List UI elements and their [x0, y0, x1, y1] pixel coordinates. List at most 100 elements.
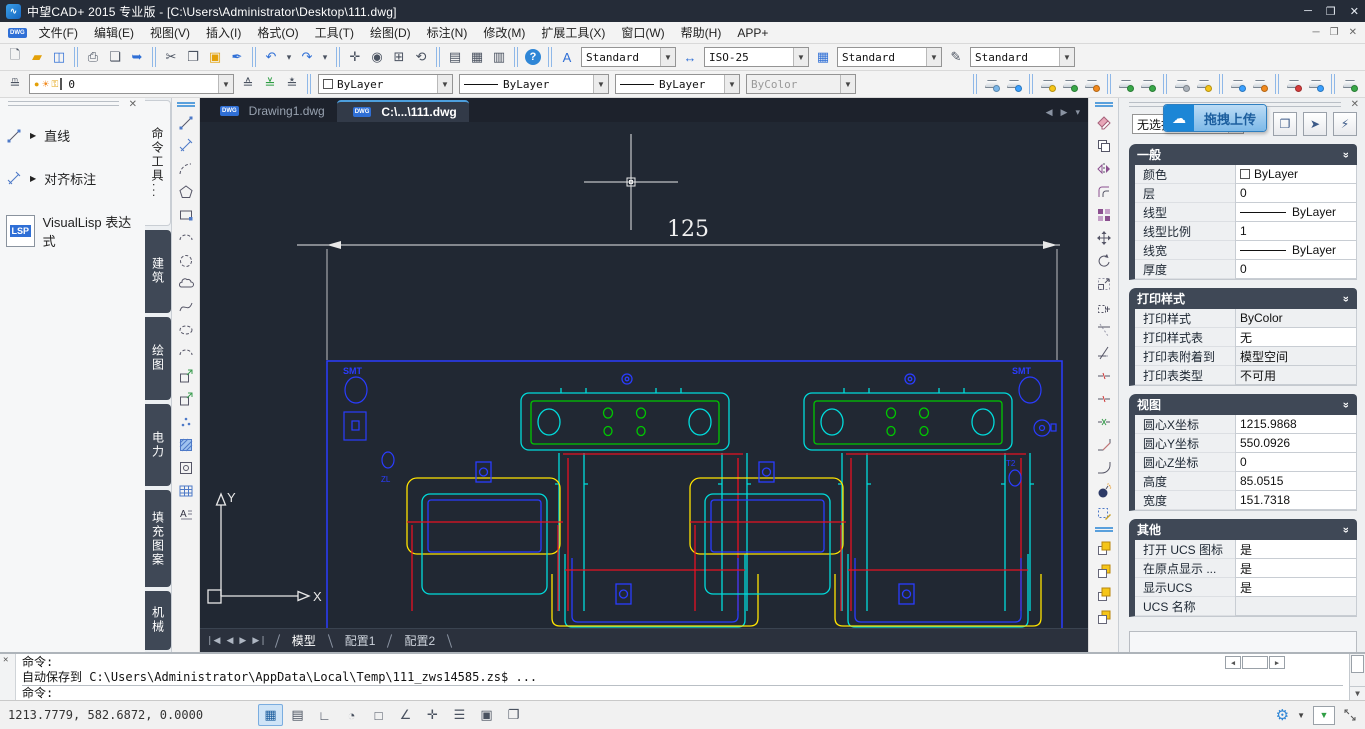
close-button[interactable]: ✕	[1350, 5, 1359, 18]
layer-on-button[interactable]	[1193, 73, 1215, 95]
prop-row-plottable-attach[interactable]: 打印表附着到 模型空间	[1135, 347, 1357, 366]
layout-tab-config1[interactable]: 配置1	[335, 630, 386, 651]
prop-row-color[interactable]: 颜色 ByLayer	[1135, 165, 1357, 184]
layer-unlock-button[interactable]	[1305, 73, 1327, 95]
draworder-front-button[interactable]	[1092, 536, 1115, 559]
chevron-down-icon[interactable]: ▼	[437, 75, 452, 93]
scroll-right-icon[interactable]: ▶	[1269, 656, 1285, 669]
zoom-previous-button[interactable]: ⟲	[410, 46, 432, 68]
chevron-down-icon[interactable]: ▼	[593, 75, 608, 93]
command-hscrollbar[interactable]: ◀ ▶	[1225, 656, 1285, 669]
make-block-tool-button[interactable]	[174, 387, 197, 410]
lineweight-toggle[interactable]: ☰	[447, 704, 472, 726]
prop-row-layer[interactable]: 层 0	[1135, 184, 1357, 203]
layer-walk-down-button[interactable]	[1115, 73, 1137, 95]
prop-row-center-x[interactable]: 圆心X坐标 1215.9868	[1135, 415, 1357, 434]
save-button[interactable]: ◫	[48, 46, 70, 68]
text-style-combo[interactable]: Standard▼	[581, 47, 676, 67]
layer-isolate-button[interactable]	[1037, 73, 1059, 95]
dynamic-input-toggle[interactable]: ✛	[420, 704, 445, 726]
layer-match-button[interactable]	[1003, 73, 1025, 95]
multiline-tool-button[interactable]	[174, 134, 197, 157]
prop-row-width[interactable]: 宽度 151.7318	[1135, 491, 1357, 510]
annotation-scale-button[interactable]: ▼	[1313, 706, 1335, 725]
toolbar-grip[interactable]	[1095, 527, 1113, 532]
array-button[interactable]	[1092, 203, 1115, 226]
ellipse-tool-button[interactable]	[174, 318, 197, 341]
polyline-tool-button[interactable]	[174, 157, 197, 180]
explode-button[interactable]	[1092, 479, 1115, 502]
section-header-general[interactable]: 一般«	[1129, 144, 1357, 165]
command-vscrollbar[interactable]: ▼	[1349, 654, 1365, 700]
print-button[interactable]: ⎙	[82, 46, 104, 68]
point-tool-button[interactable]	[174, 410, 197, 433]
doc-restore-button[interactable]: ❐	[1330, 27, 1339, 38]
layer-unisolate-button[interactable]	[1059, 73, 1081, 95]
region-tool-button[interactable]	[174, 456, 197, 479]
prop-row-plotstyle[interactable]: 打印样式 ByColor	[1135, 309, 1357, 328]
command-close-icon[interactable]: ✕	[3, 655, 8, 665]
palette-tab-hatch-patterns[interactable]: 填充图案	[145, 490, 171, 587]
offset-button[interactable]	[1092, 180, 1115, 203]
die-unit-2[interactable]	[690, 374, 1041, 627]
dim-style-combo[interactable]: ISO-25▼	[704, 47, 809, 67]
dimension-125[interactable]: 125	[297, 217, 1060, 360]
snap-toggle[interactable]: ▦	[258, 704, 283, 726]
tab-scroll-right-icon[interactable]: ▶	[1061, 107, 1068, 118]
chamfer-button[interactable]	[1092, 433, 1115, 456]
mleader-style-combo[interactable]: Standard▼	[970, 47, 1075, 67]
table-style-combo[interactable]: Standard▼	[837, 47, 942, 67]
line-tool-button[interactable]	[174, 111, 197, 134]
prop-row-ltscale[interactable]: 线型比例 1	[1135, 222, 1357, 241]
layout-first-icon[interactable]: ❘◀	[206, 635, 220, 646]
chevron-down-icon[interactable]: ▼	[1297, 711, 1305, 720]
collapse-icon[interactable]: «	[1340, 526, 1352, 532]
prop-row-ucs-at-origin[interactable]: 在原点显示 ... 是	[1135, 559, 1357, 578]
layout-next-icon[interactable]: ▶	[239, 635, 246, 646]
new-button[interactable]: 🗋	[4, 46, 26, 68]
scroll-left-icon[interactable]: ◀	[1225, 656, 1241, 669]
redo-dropdown-icon[interactable]: ▾	[318, 46, 332, 68]
hatch-tool-button[interactable]	[174, 433, 197, 456]
color-combo[interactable]: ByLayer▼	[318, 74, 453, 94]
edit-polyline-button[interactable]	[1092, 502, 1115, 525]
layer-previous-button[interactable]: ≚	[259, 73, 281, 95]
layer-states-button[interactable]: ≛	[281, 73, 303, 95]
section-header-view[interactable]: 视图«	[1129, 394, 1357, 415]
join-button[interactable]	[1092, 410, 1115, 433]
palette-tab-mechanical[interactable]: 机械	[145, 591, 171, 650]
chevron-down-icon[interactable]: ▼	[1059, 48, 1074, 66]
palette-item-aligned-dim[interactable]: ▶ 对齐标注	[0, 157, 145, 200]
extend-button[interactable]	[1092, 341, 1115, 364]
drag-upload-badge[interactable]: ☁ 拖拽上传	[1163, 104, 1267, 132]
cut-button[interactable]: ✂	[160, 46, 182, 68]
table-tool-button[interactable]	[174, 479, 197, 502]
select-objects-button[interactable]: ➤	[1303, 112, 1327, 136]
match-properties-button[interactable]: ✒	[226, 46, 248, 68]
ellipse-arc-tool-button[interactable]	[174, 341, 197, 364]
drawing-canvas[interactable]: 125 SMT ZL SMT	[200, 122, 1088, 628]
move-button[interactable]	[1092, 226, 1115, 249]
menu-file[interactable]: 文件(F)	[31, 22, 86, 43]
doc-close-button[interactable]: ✕	[1349, 27, 1357, 38]
stretch-button[interactable]	[1092, 295, 1115, 318]
break-button[interactable]	[1092, 387, 1115, 410]
spline-tool-button[interactable]	[174, 295, 197, 318]
section-header-misc[interactable]: 其他«	[1129, 519, 1357, 540]
polar-toggle[interactable]: ◔	[339, 704, 364, 726]
registration-marks[interactable]: SMT ZL SMT T2	[343, 366, 1056, 486]
copy-clip-button[interactable]: ❐	[182, 46, 204, 68]
copy-button[interactable]	[1092, 134, 1115, 157]
toolbar-grip[interactable]	[1095, 102, 1113, 107]
print-preview-button[interactable]: ❏	[104, 46, 126, 68]
insert-block-tool-button[interactable]	[174, 364, 197, 387]
fullscreen-icon[interactable]	[1343, 708, 1357, 722]
help-button[interactable]: ?	[522, 46, 544, 68]
toolbar-grip[interactable]	[177, 102, 195, 107]
layout-tab-model[interactable]: 模型	[282, 630, 326, 651]
prop-row-height[interactable]: 高度 85.0515	[1135, 472, 1357, 491]
paste-button[interactable]: ▣	[204, 46, 226, 68]
doc-tab-111[interactable]: DWG C:\...\111.dwg	[337, 100, 469, 122]
erase-button[interactable]	[1092, 111, 1115, 134]
doc-minimize-button[interactable]: ─	[1313, 27, 1320, 38]
